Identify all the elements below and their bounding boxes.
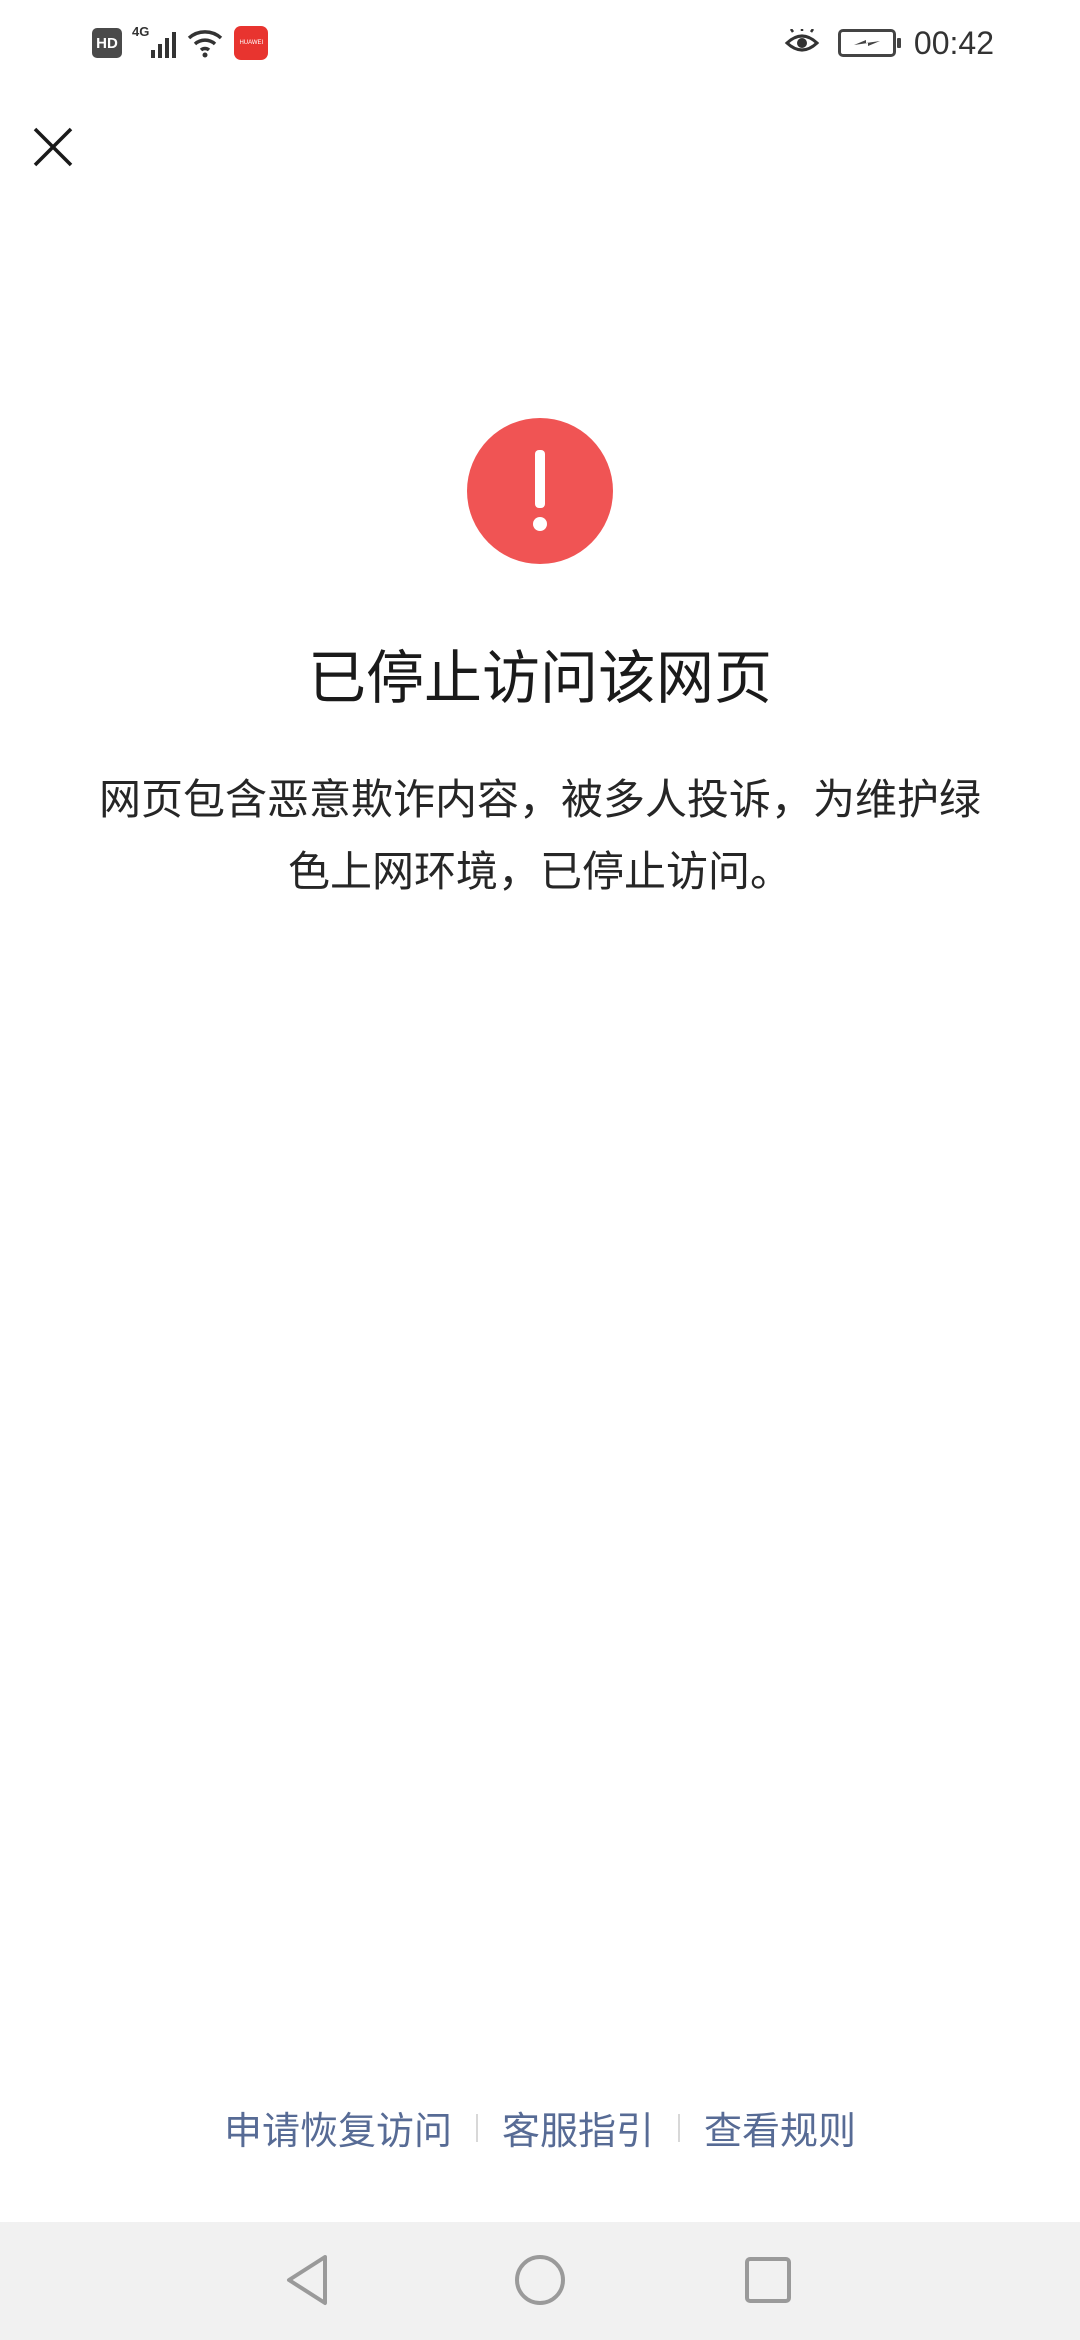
alert-icon	[467, 418, 613, 564]
exclamation-icon	[533, 450, 547, 531]
request-restore-access-link[interactable]: 申请恢复访问	[218, 2100, 458, 2155]
back-icon	[287, 2255, 327, 2305]
wifi-icon	[188, 30, 223, 58]
close-icon	[33, 127, 73, 167]
home-button[interactable]	[500, 2240, 580, 2320]
status-bar: HD 4G HUAWEI 00:42	[0, 0, 1080, 86]
eye-comfort-icon	[784, 29, 820, 52]
home-icon	[515, 2255, 565, 2305]
footer-divider	[475, 2113, 478, 2142]
signal-icon	[151, 28, 177, 58]
footer-divider	[678, 2113, 680, 2142]
recents-icon	[745, 2257, 791, 2303]
status-bar-left: HD 4G HUAWEI	[92, 22, 269, 64]
page-description: 网页包含恶意欺诈内容，被多人投诉，为维护绿色上网环境，已停止访问。	[98, 775, 981, 896]
system-nav-bar	[0, 2222, 1080, 2340]
back-button[interactable]	[268, 2240, 348, 2320]
hd-icon: HD	[92, 28, 122, 58]
footer-links: 申请恢复访问 客服指引 查看规则	[0, 2100, 1080, 2155]
status-bar-right: 00:42	[784, 22, 994, 64]
battery-charging-icon	[837, 29, 901, 57]
page-title: 已停止访问该网页	[307, 644, 772, 712]
status-time: 00:42	[913, 24, 994, 61]
app-store-icon: HUAWEI	[234, 26, 269, 60]
close-button[interactable]	[28, 122, 78, 172]
view-rules-link[interactable]: 查看规则	[698, 2100, 862, 2155]
network-type-label: 4G	[132, 24, 150, 39]
customer-service-guide-link[interactable]: 客服指引	[496, 2100, 660, 2155]
recents-button[interactable]	[728, 2240, 808, 2320]
